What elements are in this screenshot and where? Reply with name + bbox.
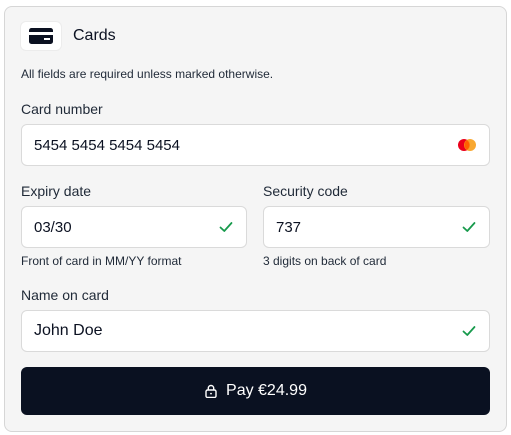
- name-on-card-value[interactable]: John Doe: [34, 322, 461, 340]
- check-icon: [461, 323, 477, 339]
- security-code-value[interactable]: 737: [276, 219, 461, 236]
- lock-icon: [204, 384, 218, 398]
- page-title: Cards: [73, 27, 116, 44]
- security-code-label: Security code: [263, 183, 348, 199]
- cards-payment-panel: Cards All fields are required unless mar…: [4, 6, 507, 432]
- expiry-date-label: Expiry date: [21, 183, 92, 199]
- required-fields-notice: All fields are required unless marked ot…: [21, 67, 274, 81]
- check-icon: [218, 219, 234, 235]
- pay-button-label: Pay €24.99: [226, 382, 307, 399]
- expiry-date-field[interactable]: 03/30: [21, 206, 247, 248]
- expiry-date-hint: Front of card in MM/YY format: [21, 254, 182, 268]
- credit-card-icon: [21, 22, 61, 50]
- card-number-label: Card number: [21, 101, 103, 117]
- name-on-card-field[interactable]: John Doe: [21, 310, 490, 352]
- expiry-date-value[interactable]: 03/30: [34, 219, 218, 236]
- security-code-field[interactable]: 737: [263, 206, 490, 248]
- security-code-hint: 3 digits on back of card: [263, 254, 387, 268]
- name-on-card-label: Name on card: [21, 287, 109, 303]
- pay-button[interactable]: Pay €24.99: [21, 367, 490, 415]
- card-number-field[interactable]: 5454 5454 5454 5454: [21, 124, 490, 166]
- card-number-value[interactable]: 5454 5454 5454 5454: [34, 137, 457, 154]
- check-icon: [461, 219, 477, 235]
- mastercard-icon: [457, 138, 477, 152]
- cards-header: Cards: [21, 22, 116, 50]
